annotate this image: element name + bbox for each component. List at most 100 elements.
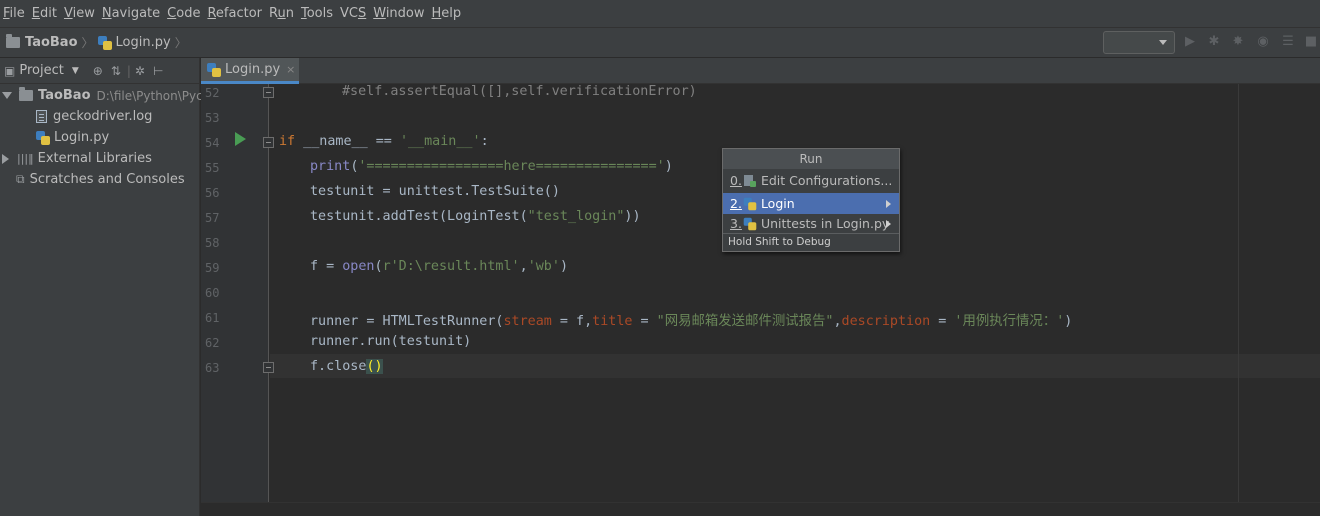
menu-item-number: 3. xyxy=(730,216,742,231)
project-panel: ▣ Project ▼ ⊕ ⇅ | ✲ ⊢ TaoBao D:\file\Pyt… xyxy=(0,58,218,516)
code-keyword: if xyxy=(279,134,296,149)
stop-icon[interactable]: ■ xyxy=(1304,35,1318,49)
menu-text: efactor xyxy=(215,5,262,21)
build-icon[interactable]: ☰ xyxy=(1281,35,1295,49)
tree-item-label: geckodriver.log xyxy=(53,109,153,124)
hide-panel-icon[interactable]: ⊢ xyxy=(153,64,163,78)
code-text: ) xyxy=(559,259,568,274)
run-configuration-dropdown[interactable] xyxy=(1103,31,1175,54)
tree-item-geckodriver-log[interactable]: geckodriver.log xyxy=(36,106,152,127)
project-view-selector[interactable]: Project xyxy=(19,63,63,78)
menu-item[interactable]: Code xyxy=(164,0,204,28)
expand-arrow-icon xyxy=(2,92,12,99)
fold-marker-icon[interactable] xyxy=(263,137,274,148)
current-line-highlight xyxy=(270,354,1320,378)
menu-text: avigate xyxy=(111,5,161,21)
debug-icon[interactable]: ✱ xyxy=(1207,35,1221,49)
menu-item-unittests[interactable]: 3. Unittests in Login.py xyxy=(723,213,899,234)
menu-item[interactable]: View xyxy=(61,0,99,28)
code-line-56: testunit = unittest.TestSuite() xyxy=(310,184,560,199)
menu-item[interactable]: Run xyxy=(266,0,298,28)
close-icon[interactable]: × xyxy=(286,63,295,76)
submenu-arrow-icon xyxy=(886,220,891,228)
divider: | xyxy=(126,63,131,78)
menu-item-edit-configurations[interactable]: 0. Edit Configurations... xyxy=(723,170,899,191)
breadcrumb-separator: 〉 xyxy=(174,36,187,50)
line-number: 60 xyxy=(205,286,220,300)
menu-item[interactable]: Tools xyxy=(298,0,337,28)
menu-item-label: Login xyxy=(760,196,795,211)
menu-item[interactable]: Help xyxy=(429,0,466,28)
tree-item-external-libraries[interactable]: |||‖ External Libraries xyxy=(2,148,152,169)
code-text: = xyxy=(632,314,657,329)
chevron-down-icon[interactable]: ▼ xyxy=(72,66,79,76)
menu-item-login[interactable]: 2. Login xyxy=(723,193,899,214)
code-builtin: open xyxy=(342,259,375,274)
tree-item-scratches[interactable]: ⧉ Scratches and Consoles xyxy=(16,169,185,190)
tab-login-py[interactable]: Login.py × xyxy=(201,58,299,84)
menu-item[interactable]: Edit xyxy=(29,0,61,28)
line-number: 52 xyxy=(205,86,220,100)
menu-item-label: Edit Configurations... xyxy=(760,173,893,188)
python-file-icon xyxy=(207,62,221,77)
code-line-57: testunit.addTest(LoginTest("test_login")… xyxy=(310,209,641,224)
code-text: f.close xyxy=(310,359,367,374)
gear-icon[interactable]: ✲ xyxy=(135,64,145,78)
python-file-icon xyxy=(97,35,112,50)
menu-item[interactable]: Window xyxy=(370,0,428,28)
run-gutter-icon[interactable] xyxy=(235,132,246,146)
menu-item-label: Unittests in Login.py xyxy=(760,216,890,231)
profile-icon[interactable]: ◉ xyxy=(1256,35,1270,49)
line-number: 56 xyxy=(205,186,220,200)
navigation-bar: TaoBao 〉 Login.py 〉 ▶ ✱ ✸ ◉ ☰ ■ xyxy=(0,28,1320,58)
line-number: 55 xyxy=(205,161,220,175)
code-text: )) xyxy=(624,209,641,224)
code-string: "网易邮箱发送邮件测试报告" xyxy=(656,314,834,329)
code-text: ( xyxy=(374,259,383,274)
tree-item-label: TaoBao xyxy=(38,88,91,103)
code-param: stream xyxy=(503,314,552,329)
run-icon[interactable]: ▶ xyxy=(1183,35,1197,49)
menu-mnemonic: C xyxy=(167,5,177,21)
collapse-icon[interactable]: ⇅ xyxy=(111,64,121,78)
coverage-icon[interactable]: ✸ xyxy=(1231,35,1245,49)
menu-text: ools xyxy=(306,5,333,21)
menu-text: indow xyxy=(385,5,425,21)
line-number: 61 xyxy=(205,311,220,325)
code-line-63: f.close() xyxy=(310,359,383,374)
code-string: r'D:\result.html' xyxy=(382,259,520,274)
menu-text: iew xyxy=(72,5,95,21)
menu-item[interactable]: Refactor xyxy=(204,0,266,28)
chevron-down-icon xyxy=(1159,40,1167,45)
fold-marker-icon[interactable] xyxy=(263,362,274,373)
line-number: 58 xyxy=(205,236,220,250)
breadcrumb-file[interactable]: Login.py xyxy=(116,35,171,50)
breadcrumb-project[interactable]: TaoBao xyxy=(25,35,78,50)
line-number: 57 xyxy=(205,211,220,225)
menu-item-number: 2. xyxy=(730,196,742,211)
menu-mnemonic: N xyxy=(101,5,112,21)
line-number: 53 xyxy=(205,111,220,125)
locate-icon[interactable]: ⊕ xyxy=(93,64,103,78)
code-string: '__main__' xyxy=(399,134,481,149)
code-text: : xyxy=(480,134,489,149)
folder-icon xyxy=(19,87,33,101)
submenu-arrow-icon xyxy=(886,200,891,208)
tree-item-root[interactable]: TaoBao D:\file\Python\Pycha xyxy=(2,85,218,106)
project-view-icon: ▣ xyxy=(4,63,16,78)
tree-item-label: Scratches and Consoles xyxy=(29,172,185,187)
breadcrumb-separator: 〉 xyxy=(81,36,94,50)
code-text: __name__ == xyxy=(295,134,400,149)
menu-mnemonic: W xyxy=(373,5,386,21)
menu-bar: File Edit View Navigate Code Refactor Run Tools… xyxy=(0,0,1320,28)
menu-item[interactable]: VCS xyxy=(337,0,370,28)
menu-text: ile xyxy=(9,5,25,21)
menu-item-number: 0. xyxy=(730,173,742,188)
menu-item[interactable]: File xyxy=(0,0,29,28)
horizontal-scrollbar[interactable] xyxy=(201,502,1320,516)
fold-marker-icon[interactable] xyxy=(263,87,274,98)
code-text: f = xyxy=(310,259,343,274)
tree-item-login-py[interactable]: Login.py xyxy=(36,127,109,148)
menu-item[interactable]: Navigate xyxy=(99,0,164,28)
editor-tab-bar: Login.py × xyxy=(201,58,1320,84)
